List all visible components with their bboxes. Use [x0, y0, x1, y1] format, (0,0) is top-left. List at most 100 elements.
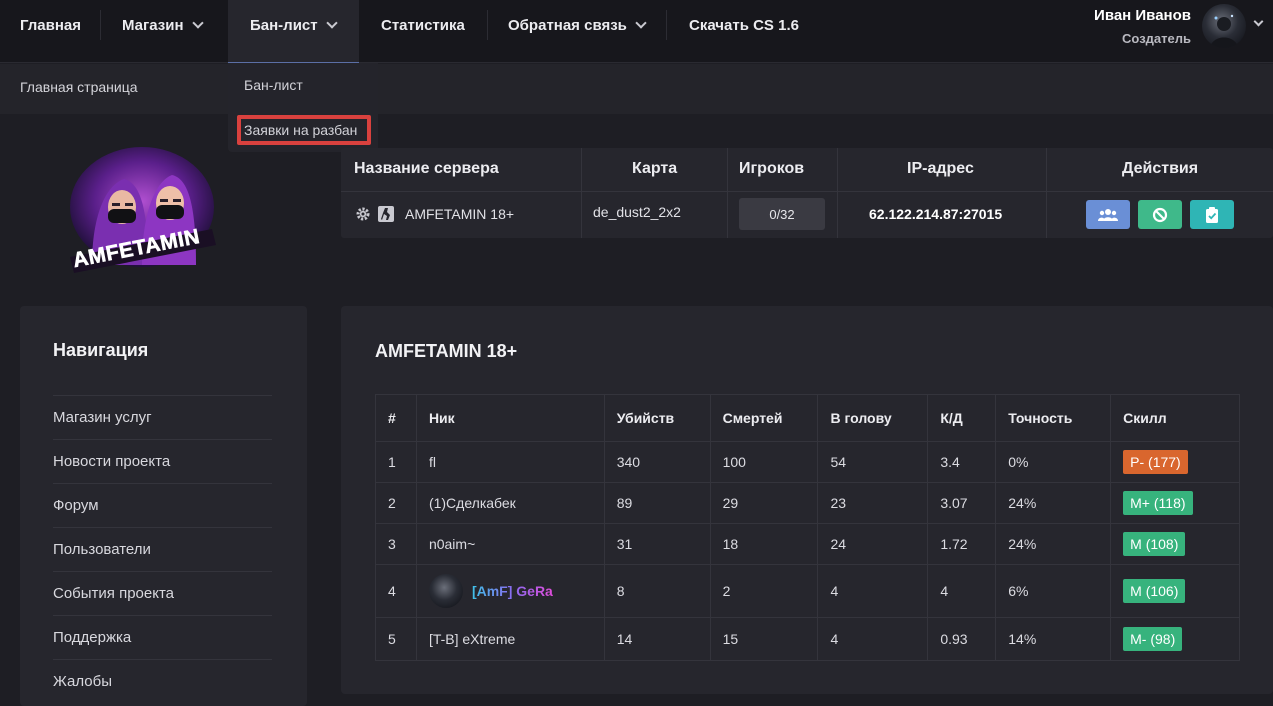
table-row[interactable]: 3 n0aim~ 31 18 24 1.72 24% M (108): [375, 523, 1240, 565]
deaths-cell: 18: [709, 523, 819, 565]
headshots-cell: 4: [817, 617, 929, 661]
table-header-row: # Ник Убийств Смертей В голову К/Д Точно…: [375, 394, 1240, 442]
avatar[interactable]: [428, 574, 463, 608]
sidebar-item-users[interactable]: Пользователи: [53, 527, 272, 571]
users-icon: [1098, 208, 1118, 221]
nav-stats[interactable]: Статистика: [381, 0, 465, 50]
table-row[interactable]: 5 [T-B] eXtreme 14 15 4 0.93 14% M- (98): [375, 617, 1240, 661]
sidebar-item-news[interactable]: Новости проекта: [53, 439, 272, 483]
player-stats-table: # Ник Убийств Смертей В голову К/Д Точно…: [375, 394, 1240, 661]
skill-badge: P- (177): [1123, 450, 1188, 474]
user-name[interactable]: Иван Иванов: [1094, 7, 1191, 24]
column-header-players: Игроков: [739, 160, 805, 177]
skill-badge: M+ (118): [1123, 491, 1193, 515]
accuracy-cell: 6%: [995, 564, 1112, 618]
column-header-kd[interactable]: К/Д: [927, 394, 997, 442]
server-map: de_dust2_2x2: [593, 204, 681, 220]
sidebar-item-complaints[interactable]: Жалобы: [53, 659, 272, 703]
column-header-kills[interactable]: Убийств: [603, 394, 711, 442]
ban-icon: [1152, 207, 1168, 222]
nick-cell[interactable]: (1)Сделкабек: [415, 482, 605, 524]
headshots-cell: 23: [817, 482, 929, 524]
rank-cell: 4: [375, 564, 417, 618]
divider: [837, 148, 838, 238]
table-row[interactable]: 2 (1)Сделкабек 89 29 23 3.07 24% M+ (118…: [375, 482, 1240, 524]
skill-cell: M+ (118): [1110, 482, 1240, 524]
accuracy-cell: 24%: [995, 523, 1112, 565]
column-header-map: Карта: [632, 160, 678, 177]
rank-cell: 5: [375, 617, 417, 661]
sidebar-item-support[interactable]: Поддержка: [53, 615, 272, 659]
user-role: Создатель: [1122, 31, 1191, 46]
top-navbar: Главная Магазин Бан-лист Статистика Обра…: [0, 0, 1273, 63]
column-header-accuracy[interactable]: Точность: [995, 394, 1112, 442]
nav-banlist[interactable]: Бан-лист: [250, 0, 338, 50]
nav-divider: [487, 10, 488, 40]
breadcrumb[interactable]: Главная страница: [20, 79, 138, 95]
rank-cell: 1: [375, 441, 417, 483]
site-logo[interactable]: AMFETAMIN: [62, 145, 222, 275]
column-header-actions: Действия: [1122, 160, 1199, 177]
kills-cell: 31: [603, 523, 711, 565]
avatar[interactable]: [1202, 4, 1246, 48]
server-name[interactable]: AMFETAMIN 18+: [405, 206, 514, 222]
table-row[interactable]: 4 [AmF] GeRa 8 2 4 4 6% M (106): [375, 564, 1240, 618]
sidebar-item-events[interactable]: События проекта: [53, 571, 272, 615]
accuracy-cell: 14%: [995, 617, 1112, 661]
nav-shop[interactable]: Магазин: [122, 0, 204, 50]
column-header-ip: IP-адрес: [907, 160, 974, 177]
nav-home[interactable]: Главная: [20, 0, 81, 50]
skill-badge: M (106): [1123, 579, 1186, 603]
nick-cell[interactable]: [T-B] eXtreme: [415, 617, 605, 661]
nick-cell[interactable]: fl: [415, 441, 605, 483]
sidebar-item-shop[interactable]: Магазин услуг: [53, 395, 272, 439]
nav-feedback[interactable]: Обратная связь: [508, 0, 647, 50]
nav-download[interactable]: Скачать CS 1.6: [689, 0, 799, 50]
player-nick[interactable]: [AmF] GeRa: [472, 583, 553, 599]
divider: [341, 191, 1273, 192]
deaths-cell: 15: [709, 617, 819, 661]
accuracy-cell: 24%: [995, 482, 1112, 524]
kills-cell: 8: [603, 564, 711, 618]
deaths-cell: 100: [709, 441, 819, 483]
accuracy-cell: 0%: [995, 441, 1112, 483]
column-header-headshots[interactable]: В голову: [817, 394, 929, 442]
column-header-skill[interactable]: Скилл: [1110, 394, 1240, 442]
nav-shop-label: Магазин: [122, 16, 184, 34]
kills-cell: 89: [603, 482, 711, 524]
cs-game-icon: [378, 206, 394, 222]
headshots-cell: 54: [817, 441, 929, 483]
column-header-nick[interactable]: Ник: [415, 394, 605, 442]
skill-cell: M (106): [1110, 564, 1240, 618]
dropdown-item-unban-requests[interactable]: Заявки на разбан: [244, 122, 357, 138]
chevron-down-icon: [635, 16, 647, 29]
kd-cell: 1.72: [927, 523, 997, 565]
kills-cell: 14: [603, 617, 711, 661]
players-list-button[interactable]: [1086, 200, 1130, 229]
sidebar-item-forum[interactable]: Форум: [53, 483, 272, 527]
nav-divider: [100, 10, 101, 40]
server-ip[interactable]: 62.122.214.87:27015: [869, 206, 1002, 222]
column-header-deaths[interactable]: Смертей: [709, 394, 819, 442]
stats-title: AMFETAMIN 18+: [375, 341, 518, 361]
chevron-down-icon[interactable]: [1253, 16, 1264, 27]
banlist-button[interactable]: [1138, 200, 1182, 229]
gear-icon[interactable]: [355, 206, 371, 227]
nick-cell[interactable]: [AmF] GeRa: [415, 564, 605, 618]
headshots-cell: 4: [817, 564, 929, 618]
kd-cell: 0.93: [927, 617, 997, 661]
column-header-rank[interactable]: #: [375, 394, 417, 442]
kd-cell: 4: [927, 564, 997, 618]
server-stats-panel: AMFETAMIN 18+ # Ник Убийств Смертей В го…: [341, 306, 1273, 694]
table-row[interactable]: 1 fl 340 100 54 3.4 0% P- (177): [375, 441, 1240, 483]
deaths-cell: 29: [709, 482, 819, 524]
deaths-cell: 2: [709, 564, 819, 618]
dropdown-item-banlist[interactable]: Бан-лист: [244, 77, 303, 93]
kd-cell: 3.4: [927, 441, 997, 483]
clipboard-button[interactable]: [1190, 200, 1234, 229]
nick-cell[interactable]: n0aim~: [415, 523, 605, 565]
column-header-server-name: Название сервера: [354, 160, 499, 177]
kd-cell: 3.07: [927, 482, 997, 524]
chevron-down-icon: [325, 16, 338, 29]
nav-banlist-label: Бан-лист: [250, 16, 318, 34]
